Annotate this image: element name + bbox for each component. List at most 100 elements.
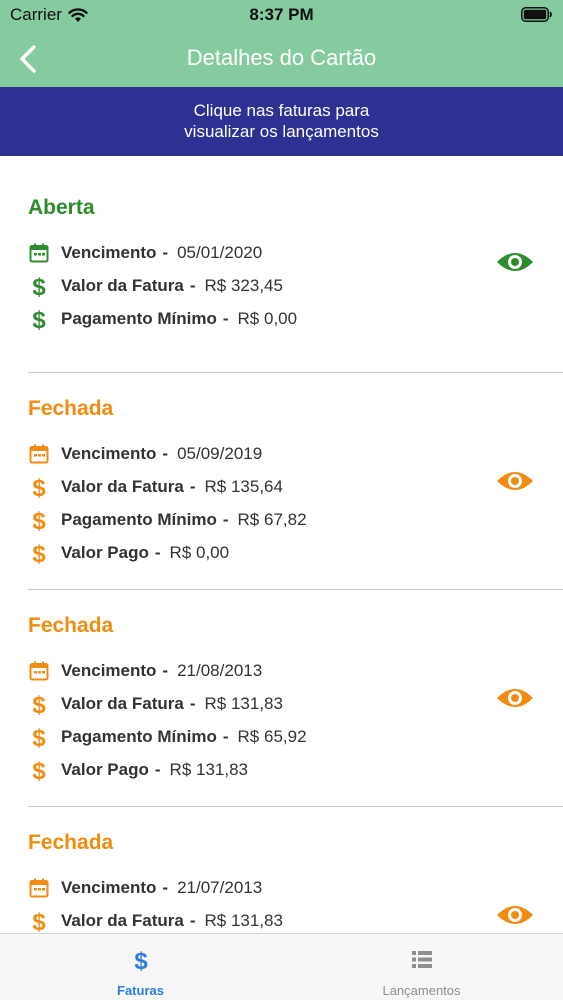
svg-text:$: $	[32, 307, 46, 331]
divider	[28, 589, 563, 590]
row-label: Valor da Fatura	[61, 694, 184, 713]
row-value: R$ 0,00	[169, 543, 230, 562]
row-icon: $	[28, 758, 50, 782]
divider	[28, 372, 563, 373]
row-separator: -	[222, 510, 229, 529]
fatura-list[interactable]: Aberta Vencimento -05/01/2020 $ Valor da Fat…	[0, 156, 563, 933]
page-title: Detalhes do Cartão	[186, 45, 377, 70]
row-icon	[28, 877, 50, 899]
row-icon: $	[28, 274, 50, 298]
svg-text:$: $	[32, 274, 46, 298]
dollar-icon: $	[32, 541, 46, 565]
svg-text:$: $	[32, 692, 46, 716]
row-value: R$ 323,45	[204, 276, 283, 295]
calendar-icon	[29, 444, 49, 464]
row-value: 05/01/2020	[177, 243, 263, 262]
fatura-detail-row: Vencimento -05/09/2019	[28, 441, 262, 467]
row-label: Valor Pago	[61, 543, 149, 562]
fatura-detail-row: Vencimento -21/07/2013	[28, 875, 262, 901]
row-separator: -	[222, 727, 229, 746]
dollar-icon: $	[32, 758, 46, 782]
calendar-icon	[29, 878, 49, 898]
row-label: Valor da Fatura	[61, 276, 184, 295]
row-value: R$ 135,64	[204, 477, 283, 496]
row-label: Valor Pago	[61, 760, 149, 779]
row-separator: -	[189, 276, 196, 295]
row-icon: $	[28, 725, 50, 749]
fatura-status: Fechada	[28, 614, 114, 637]
row-value: 05/09/2019	[177, 444, 263, 463]
svg-text:$: $	[32, 725, 46, 749]
tab-bar: $ Faturas Lançamentos	[0, 933, 563, 1000]
row-icon: $	[28, 909, 50, 933]
row-label: Vencimento	[61, 243, 157, 262]
tab-faturas-label: Faturas	[117, 983, 164, 998]
row-separator: -	[162, 243, 169, 262]
row-separator: -	[189, 911, 196, 930]
dollar-icon: $	[32, 909, 46, 933]
row-label: Vencimento	[61, 878, 157, 897]
hint-banner: Clique nas faturas para visualizar os la…	[0, 87, 563, 156]
fatura-detail-row: $ Valor Pago - R$ 0,00	[28, 540, 229, 566]
fatura-detail-row: $ Valor da Fatura - R$ 131,83	[28, 908, 283, 933]
row-separator: -	[162, 661, 169, 680]
row-value: R$ 0,00	[237, 309, 298, 328]
fatura-detail-row: $ Pagamento Mínimo - R$ 65,92	[28, 724, 306, 750]
row-label: Valor da Fatura	[61, 911, 184, 930]
hint-line-2: visualizar os lançamentos	[184, 122, 379, 141]
view-fatura-button[interactable]	[495, 901, 535, 929]
row-icon: $	[28, 692, 50, 716]
calendar-icon	[29, 661, 49, 681]
view-fatura-button[interactable]	[495, 467, 535, 495]
eye-icon	[497, 472, 533, 490]
row-separator: -	[154, 543, 161, 562]
view-fatura-button[interactable]	[495, 248, 535, 276]
tab-lancamentos[interactable]: Lançamentos	[281, 934, 562, 1000]
tab-faturas[interactable]: $ Faturas	[0, 934, 281, 1000]
row-label: Vencimento	[61, 444, 157, 463]
battery-icon	[521, 7, 552, 22]
row-separator: -	[162, 444, 169, 463]
dollar-icon: $	[32, 692, 46, 716]
fatura-detail-row: Vencimento -21/08/2013	[28, 658, 262, 684]
fatura-detail-row: $ Valor da Fatura - R$ 131,83	[28, 691, 283, 717]
row-value: R$ 131,83	[204, 911, 283, 930]
nav-bar: Detalhes do Cartão	[0, 30, 563, 87]
row-label: Pagamento Mínimo	[61, 727, 217, 746]
fatura-item[interactable]: Aberta Vencimento -05/01/2020 $ Valor da Fat…	[28, 196, 563, 386]
svg-text:$: $	[32, 475, 46, 499]
row-label: Vencimento	[61, 661, 157, 680]
hint-line-1: Clique nas faturas para	[193, 101, 370, 120]
dollar-icon: $	[32, 274, 46, 298]
row-separator: -	[189, 477, 196, 496]
svg-text:$: $	[134, 948, 148, 972]
calendar-icon	[29, 243, 49, 263]
fatura-status: Fechada	[28, 397, 114, 420]
row-value: 21/08/2013	[177, 661, 263, 680]
eye-icon	[497, 253, 533, 271]
fatura-status: Fechada	[28, 831, 114, 854]
fatura-status: Aberta	[28, 196, 95, 219]
row-separator: -	[189, 694, 196, 713]
status-time: 8:37 PM	[249, 5, 314, 24]
row-separator: -	[154, 760, 161, 779]
row-icon: $	[28, 541, 50, 565]
row-value: R$ 131,83	[204, 694, 283, 713]
row-separator: -	[222, 309, 229, 328]
row-label: Pagamento Mínimo	[61, 510, 217, 529]
fatura-item[interactable]: Fechada Vencimento -05/09/2019 $ Valor da Fa…	[28, 397, 563, 587]
fatura-item[interactable]: Fechada Vencimento -21/08/2013 $ Valor da Fa…	[28, 614, 563, 804]
view-fatura-button[interactable]	[495, 684, 535, 712]
row-value: 21/07/2013	[177, 878, 263, 897]
dollar-icon: $	[32, 307, 46, 331]
fatura-item[interactable]: Fechada Vencimento -21/07/2013 $ Valor da Fa…	[28, 831, 563, 933]
fatura-detail-row: $ Valor Pago - R$ 131,83	[28, 757, 248, 783]
dollar-icon: $	[32, 725, 46, 749]
fatura-detail-row: $ Pagamento Mínimo - R$ 0,00	[28, 306, 297, 332]
svg-text:$: $	[32, 541, 46, 565]
row-value: R$ 131,83	[169, 760, 248, 779]
dollar-icon: $	[134, 948, 148, 972]
row-value: R$ 67,82	[237, 510, 307, 529]
list-icon	[411, 951, 432, 968]
eye-icon	[497, 906, 533, 924]
